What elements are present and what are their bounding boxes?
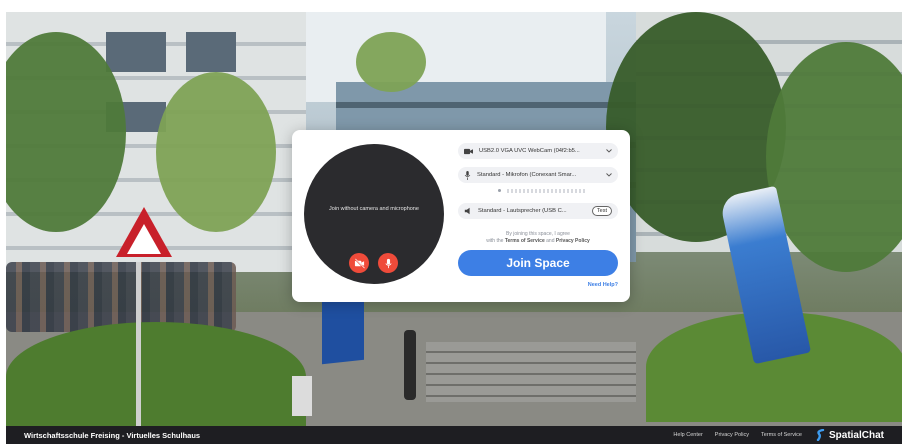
sign-pole	[136, 262, 141, 426]
chevron-down-icon	[606, 173, 612, 177]
chevron-down-icon	[606, 149, 612, 153]
banner-flag	[322, 294, 364, 365]
microphone-icon	[464, 170, 471, 180]
footer-bar: Wirtschaftsschule Freising - Virtuelles …	[6, 426, 902, 444]
terms-text: with the	[486, 238, 504, 244]
speaker-icon	[464, 207, 470, 215]
tree	[156, 72, 276, 232]
need-help-link[interactable]: Need Help?	[588, 282, 618, 288]
privacy-policy-footer-link[interactable]: Privacy Policy	[715, 432, 749, 438]
join-space-button[interactable]: Join Space	[458, 250, 618, 276]
crowd	[6, 262, 236, 332]
spatialchat-logo-icon	[816, 429, 825, 441]
brand-name: SpatialChat	[828, 429, 884, 441]
road-sign-inner	[127, 224, 161, 254]
terms-of-service-link[interactable]: Terms of Service	[505, 238, 545, 244]
microphone-select-value: Standard - Mikrofon (Conexant Smar...	[477, 172, 577, 178]
test-speaker-button[interactable]: Test	[591, 206, 612, 216]
camera-toggle-button[interactable]	[349, 253, 369, 273]
terms-text: and	[546, 238, 555, 244]
terms-text: By joining this space, I agree	[506, 231, 570, 237]
spatialchat-brand[interactable]: SpatialChat	[816, 429, 884, 441]
terms-notice: By joining this space, I agree with the …	[458, 231, 618, 245]
camera-select-value: USB2.0 VGA UVC WebCam (04f2:b5...	[479, 148, 580, 154]
mic-off-icon	[384, 258, 392, 268]
camera-select[interactable]: USB2.0 VGA UVC WebCam (04f2:b5...	[458, 143, 618, 159]
lamp-post	[404, 330, 416, 400]
bush	[6, 322, 306, 426]
space-title: Wirtschaftsschule Freising - Virtuelles …	[24, 430, 201, 440]
bollard	[292, 376, 312, 416]
speaker-select-value: Standard - Lautsprecher (USB C...	[478, 208, 567, 214]
join-dialog: Join without camera and microphone USB2.…	[292, 130, 630, 302]
video-camera-icon	[464, 148, 473, 154]
speaker-select[interactable]: Standard - Lautsprecher (USB C... Test	[458, 203, 618, 219]
preview-message: Join without camera and microphone	[329, 206, 419, 212]
terms-of-service-footer-link[interactable]: Terms of Service	[761, 432, 802, 438]
privacy-policy-link[interactable]: Privacy Policy	[556, 238, 590, 244]
stairs	[426, 342, 636, 402]
video-preview: Join without camera and microphone	[304, 144, 444, 284]
mic-toggle-button[interactable]	[378, 253, 398, 273]
tree	[356, 32, 426, 92]
footer-links: Help Center Privacy Policy Terms of Serv…	[673, 432, 802, 438]
camera-off-icon	[353, 257, 365, 269]
mic-level-meter	[498, 188, 588, 193]
help-center-link[interactable]: Help Center	[673, 432, 702, 438]
microphone-select[interactable]: Standard - Mikrofon (Conexant Smar...	[458, 167, 618, 183]
